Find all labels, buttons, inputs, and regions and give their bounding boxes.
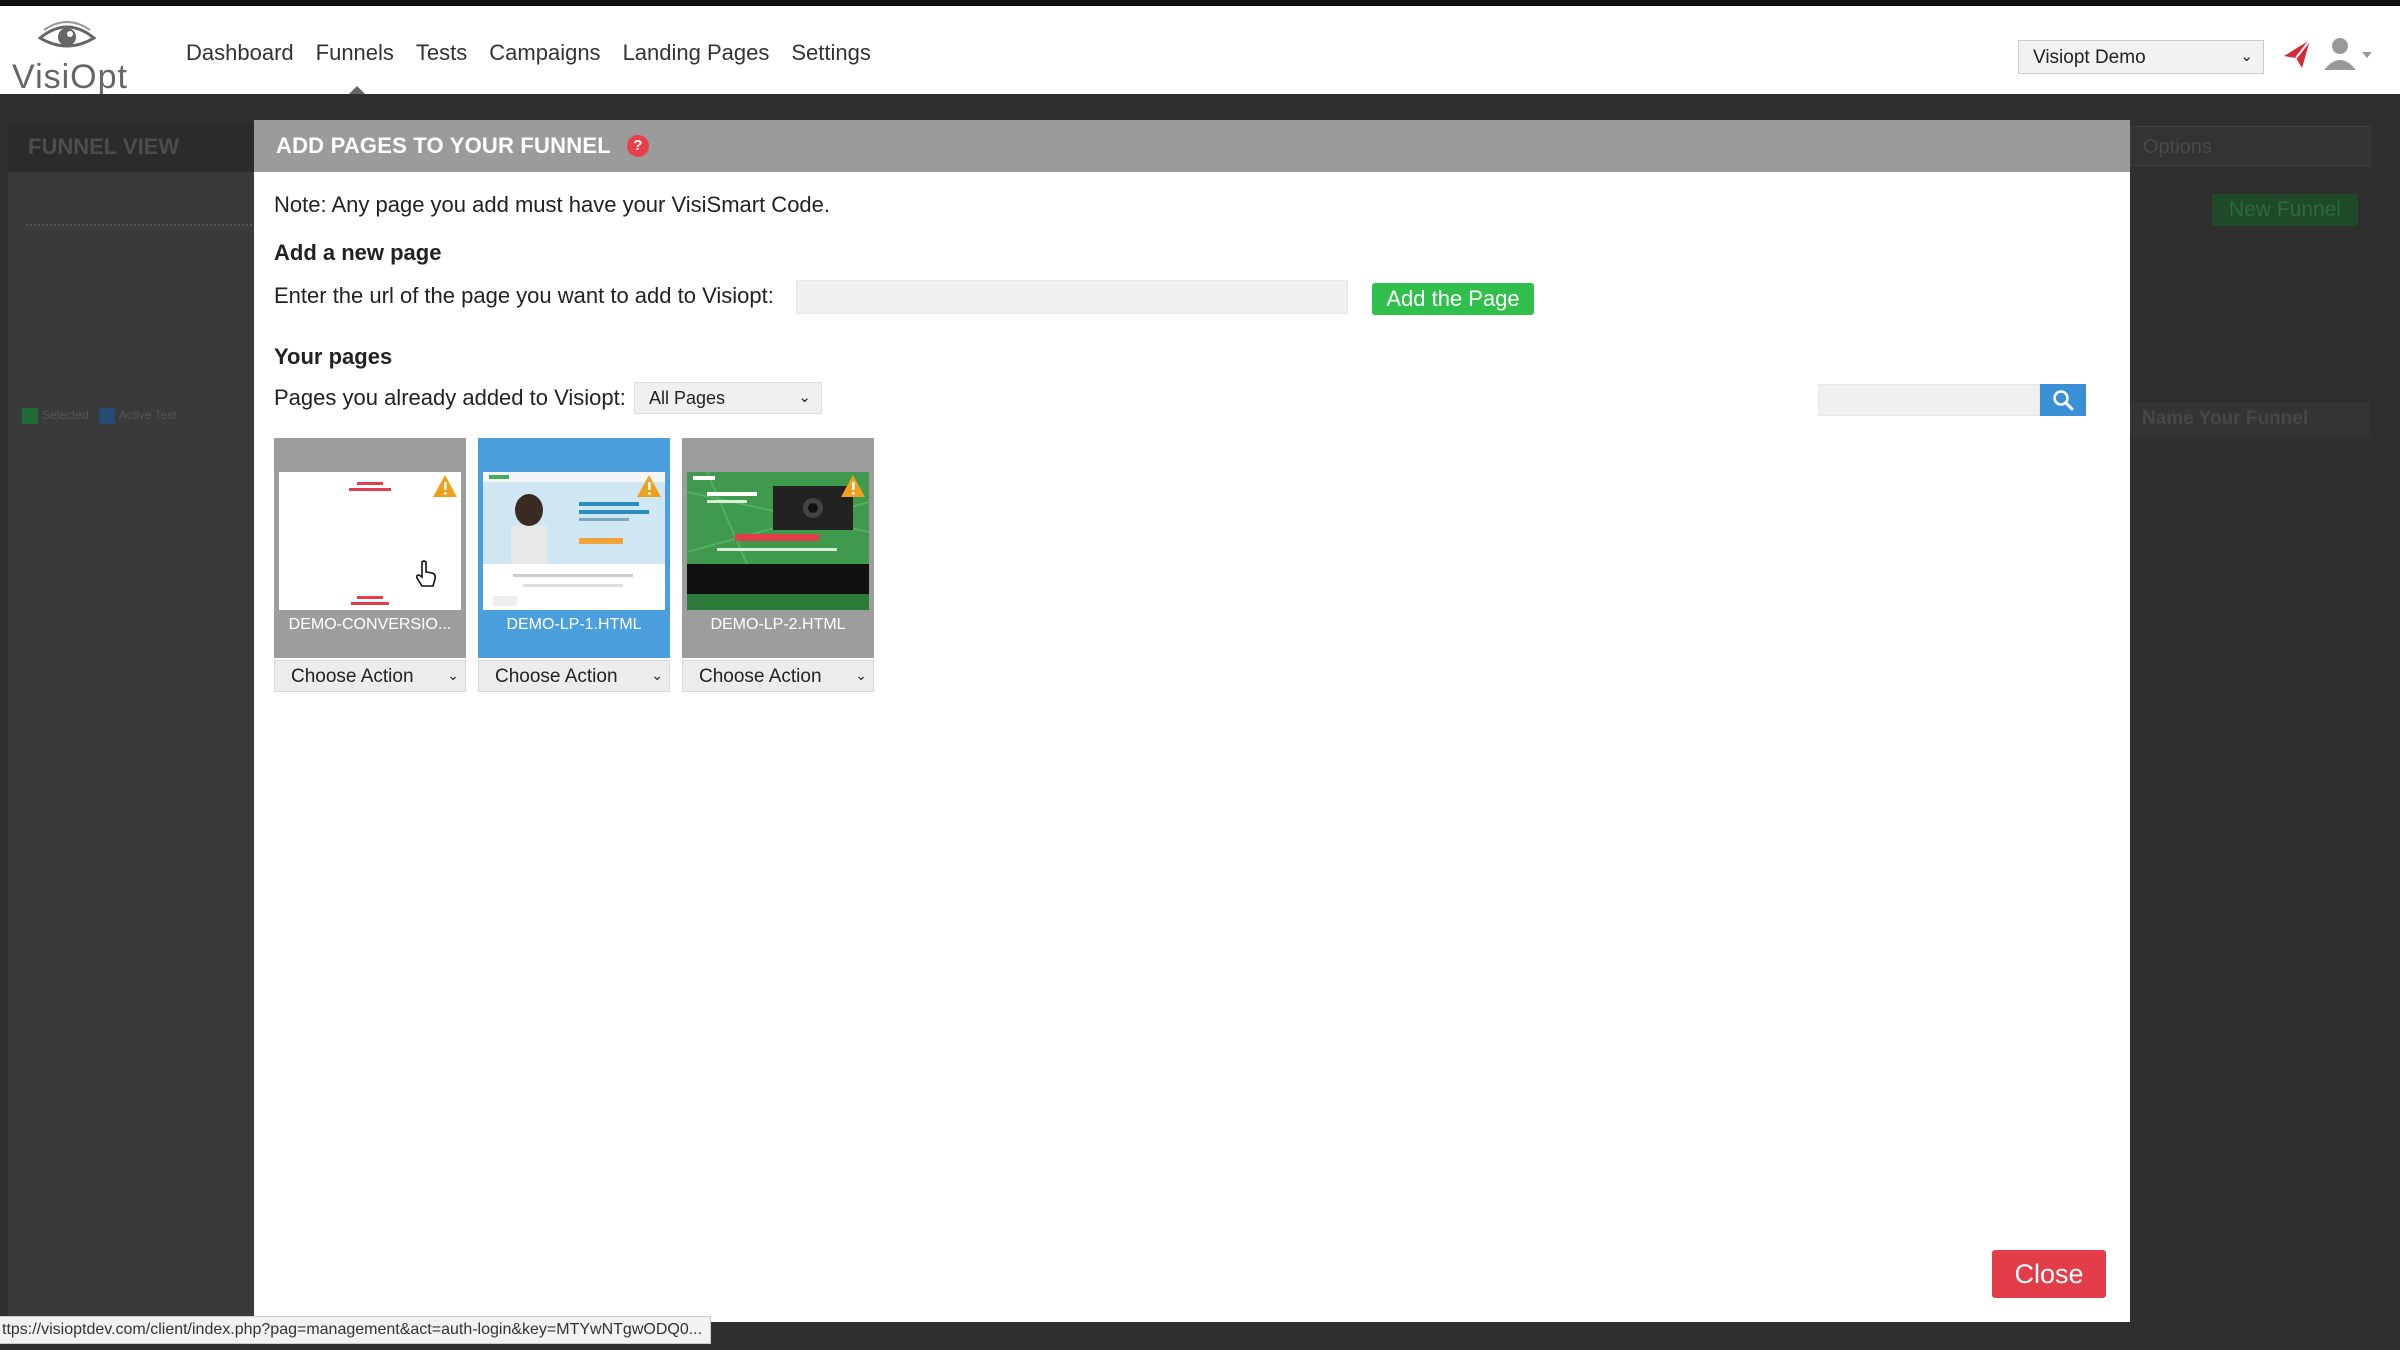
chevron-down-icon: ⌄ [855, 667, 867, 683]
nav-landing-pages[interactable]: Landing Pages [623, 40, 770, 66]
funnel-legend: Selected Active Test [22, 408, 177, 424]
choose-action-select[interactable]: Choose Action ⌄ [682, 660, 874, 692]
visismart-note: Note: Any page you add must have your Vi… [274, 192, 831, 217]
choose-action-value: Choose Action [495, 666, 618, 687]
choose-action-select[interactable]: Choose Action ⌄ [274, 660, 466, 692]
eye-logo-icon [38, 21, 96, 48]
modal-title: ADD PAGES TO YOUR FUNNEL [276, 133, 611, 158]
page-card-frame[interactable]: DEMO-CONVERSIO... [274, 438, 466, 658]
account-select-value: Visiopt Demo [2033, 47, 2146, 68]
page-card-frame[interactable]: DEMO-LP-1.HTML [478, 438, 670, 658]
legend-active-test: Active Test [98, 408, 177, 424]
rocket-icon[interactable] [2280, 36, 2316, 72]
nav-campaigns[interactable]: Campaigns [489, 40, 600, 66]
pages-filter-label: Pages you already added to Visiopt: [274, 385, 626, 410]
funnel-view-heading: FUNNEL VIEW [8, 122, 254, 172]
browser-status-url: ttps://visioptdev.com/client/index.php?p… [0, 1316, 712, 1344]
legend-selected: Selected [22, 408, 89, 424]
funnel-select: Name Your Funnel [2130, 402, 2370, 436]
legend-selected-label: Selected [42, 408, 89, 423]
user-menu-icon[interactable] [2322, 36, 2374, 72]
add-pages-modal: ADD PAGES TO YOUR FUNNEL ? Note: Any pag… [254, 120, 2130, 1322]
nav-tests[interactable]: Tests [416, 40, 467, 66]
page-card[interactable]: DEMO-LP-1.HTML Choose Action ⌄ [478, 438, 670, 692]
chevron-down-icon: ⌄ [798, 389, 811, 406]
main-nav: Dashboard Funnels Tests Campaigns Landin… [186, 40, 871, 66]
nav-settings[interactable]: Settings [791, 40, 871, 66]
choose-action-value: Choose Action [291, 666, 414, 687]
choose-action-select[interactable]: Choose Action ⌄ [478, 660, 670, 692]
modal-header: ADD PAGES TO YOUR FUNNEL ? [254, 120, 2130, 172]
pages-filter-value: All Pages [649, 388, 726, 408]
options-select: Options [2130, 126, 2370, 166]
hand-cursor-icon [415, 560, 436, 587]
legend-active-test-label: Active Test [118, 408, 177, 423]
funnel-panel [8, 122, 254, 1322]
page-card-name: DEMO-CONVERSIO... [288, 616, 452, 633]
search-icon [2053, 390, 2074, 411]
warning-icon [433, 475, 457, 497]
close-button[interactable]: Close [1992, 1250, 2106, 1298]
top-navigation-bar: VisiOpt Dashboard Funnels Tests Campaign… [0, 0, 2400, 96]
add-page-button[interactable]: Add the Page [1372, 283, 1534, 315]
visiopt-logo[interactable]: VisiOpt [12, 16, 127, 96]
logo-text: VisiOpt [12, 58, 128, 96]
new-funnel-button: New Funnel [2212, 194, 2358, 226]
choose-action-value: Choose Action [699, 666, 822, 687]
warning-icon [637, 475, 661, 497]
nav-dashboard[interactable]: Dashboard [186, 40, 294, 66]
page-card-frame[interactable]: DEMO-LP-2.HTML [682, 438, 874, 658]
help-icon[interactable]: ? [626, 135, 649, 157]
account-select[interactable]: Visiopt Demo ⌄ [2018, 40, 2264, 74]
add-page-heading: Add a new page [274, 240, 442, 265]
chevron-down-icon: ⌄ [651, 667, 663, 683]
pages-filter-select[interactable]: All Pages ⌄ [634, 382, 822, 414]
page-url-input[interactable] [796, 280, 1348, 314]
warning-icon [841, 475, 865, 497]
url-label: Enter the url of the page you want to ad… [274, 283, 774, 308]
your-pages-heading: Your pages [274, 344, 393, 369]
chevron-down-icon: ⌄ [447, 667, 459, 683]
nav-funnels[interactable]: Funnels [316, 40, 394, 66]
chevron-down-icon: ⌄ [2240, 48, 2253, 65]
funnel-name-field: Name Your Funnel [26, 190, 256, 226]
page-card-name: DEMO-LP-2.HTML [710, 616, 846, 633]
search-button[interactable] [2040, 384, 2086, 416]
page-card[interactable]: DEMO-LP-2.HTML Choose Action ⌄ [682, 438, 874, 692]
page-card-name: DEMO-LP-1.HTML [506, 616, 642, 633]
page-card-list: DEMO-CONVERSIO... Choose Action ⌄ DEMO-L… [274, 438, 874, 692]
page-search-input[interactable] [1818, 384, 2040, 416]
